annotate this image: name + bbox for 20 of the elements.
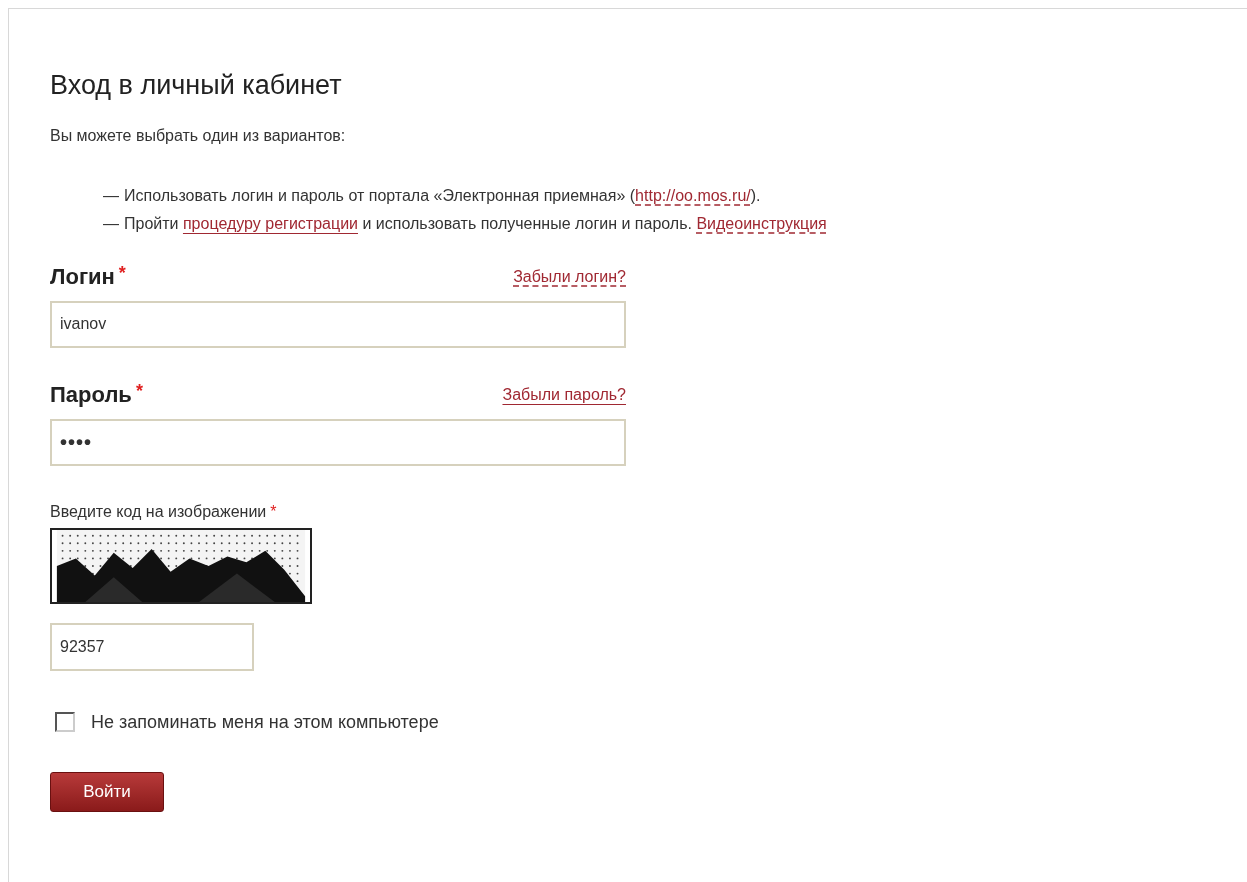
field-label: Логин *: [50, 261, 126, 291]
link[interactable]: процедуру регистрации: [182, 214, 358, 232]
intro-text: Вы можете выбрать один из вариантов:: [50, 125, 347, 146]
login-button[interactable]: Войти: [50, 771, 164, 812]
option-text: Пройти процедуру регистрации и использовать полученные логин и пароль. Видеоинструкция: [124, 213, 827, 234]
text-field[interactable]: ivanov: [50, 300, 626, 348]
checkbox-label: Не запоминать меня на этом компьютере: [91, 710, 439, 734]
field-label: Пароль *: [50, 379, 143, 409]
captcha-field[interactable]: 92357: [50, 622, 254, 671]
checkbox[interactable]: [55, 712, 75, 732]
text-field[interactable]: ••••: [50, 418, 626, 466]
link[interactable]: Видеоинструкция: [696, 214, 827, 232]
link[interactable]: Забыли пароль?: [502, 385, 626, 403]
dash-marker: —: [103, 185, 120, 206]
dash-marker: —: [103, 213, 120, 234]
option-text: Использовать логин и пароль от портала «Электронная приемная» (http://oo.mos.ru/).: [124, 185, 761, 206]
page-title: Вход в личный кабинет: [50, 69, 343, 102]
link[interactable]: Забыли логин?: [513, 267, 626, 285]
link[interactable]: http://oo.mos.ru/: [635, 186, 751, 204]
field-label: Введите код на изображении *: [50, 501, 278, 522]
